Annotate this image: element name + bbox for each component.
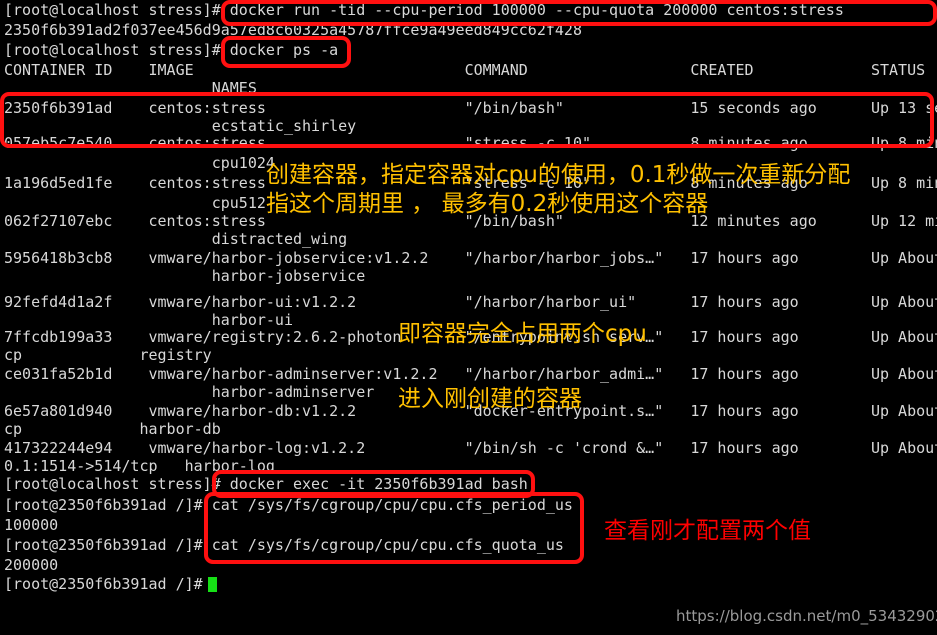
table-row: cp registry (4, 346, 212, 364)
table-row: cpu512 (4, 194, 266, 212)
terminal-line: [root@localhost stress]# docker ps -a (4, 41, 339, 59)
terminal-line: [root@2350f6b391ad /]# cat /sys/fs/cgrou… (4, 536, 564, 554)
terminal-line: 100000 (4, 516, 59, 534)
annotation-create-container: 创建容器，指定容器对cpu的使用，0.1秒做一次重新分配 (266, 162, 851, 188)
table-row: 417322244e94 vmware/harbor-log:v1.2.2 "/… (4, 439, 937, 457)
terminal-line: [root@2350f6b391ad /]# cat /sys/fs/cgrou… (4, 496, 573, 514)
table-row: harbor-adminserver (4, 383, 375, 401)
terminal-line: 200000 (4, 556, 59, 574)
table-row: 057eb5c7e540 centos:stress "stress -c 10… (4, 134, 937, 152)
table-row: ce031fa52b1d vmware/harbor-adminserver:v… (4, 365, 937, 383)
watermark-url: https://blog.csdn.net/m0_53432902 (676, 607, 937, 625)
table-row: 5956418b3cb8 vmware/harbor-jobservice:v1… (4, 249, 937, 267)
table-row: 0.1:1514->514/tcp harbor-log (4, 457, 275, 475)
terminal-cursor (208, 577, 217, 592)
table-row: harbor-jobservice (4, 267, 366, 285)
terminal-line: NAMES (4, 79, 257, 97)
terminal-line: 2350f6b391ad2f037ee456d9a57ed8c60325a457… (4, 21, 582, 39)
terminal-line: [root@localhost stress]# docker run -tid… (4, 1, 844, 19)
table-row: cpu1024 (4, 154, 275, 172)
annotation-enter-container: 进入刚创建的容器 (398, 386, 582, 412)
table-row: cp harbor-db (4, 420, 221, 438)
terminal-screenshot: [root@localhost stress]# docker run -tid… (0, 0, 937, 635)
table-row: 2350f6b391ad centos:stress "/bin/bash" 1… (4, 99, 937, 117)
annotation-two-cpus: 即容器完全占用两个cpu (398, 321, 647, 347)
terminal-line: CONTAINER ID IMAGE COMMAND CREATED STATU… (4, 61, 926, 79)
terminal-prompt: [root@2350f6b391ad /]# (4, 575, 212, 593)
terminal-line: [root@localhost stress]# docker exec -it… (4, 475, 528, 493)
annotation-check-values: 查看刚才配置两个值 (604, 518, 811, 544)
table-row: distracted_wing (4, 230, 348, 248)
annotation-period-quota: 指这个周期里 ， 最多有0.2秒使用这个容器 (266, 191, 709, 217)
table-row: 92fefd4d1a2f vmware/harbor-ui:v1.2.2 "/h… (4, 293, 937, 311)
